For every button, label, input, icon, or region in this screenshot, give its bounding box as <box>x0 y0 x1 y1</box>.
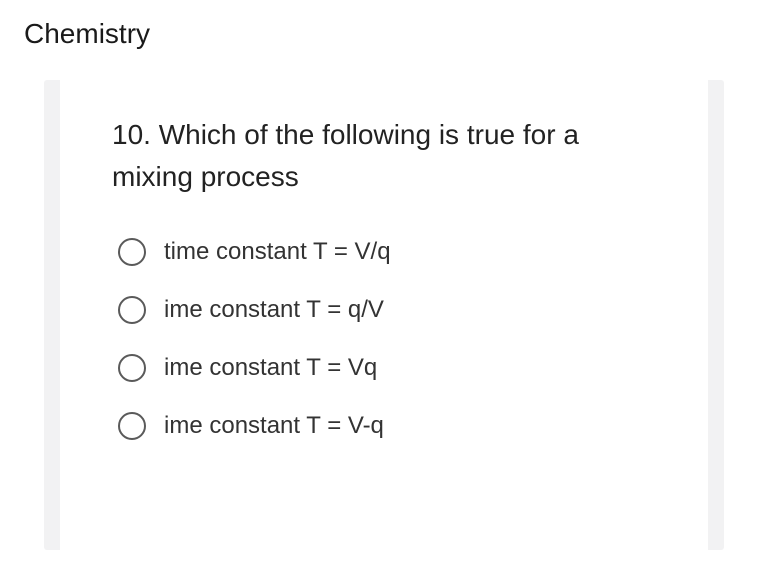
option-3[interactable]: ime constant T = Vq <box>118 354 656 382</box>
radio-icon <box>118 354 146 382</box>
subject-title: Chemistry <box>24 18 744 50</box>
question-text: 10. Which of the following is true for a… <box>112 114 656 198</box>
radio-icon <box>118 238 146 266</box>
options-group: time constant T = V/q ime constant T = q… <box>112 238 656 440</box>
right-shadow-edge <box>706 80 724 550</box>
option-2[interactable]: ime constant T = q/V <box>118 296 656 324</box>
option-label: time constant T = V/q <box>164 238 391 266</box>
option-label: ime constant T = Vq <box>164 354 377 382</box>
radio-icon <box>118 412 146 440</box>
option-1[interactable]: time constant T = V/q <box>118 238 656 266</box>
option-4[interactable]: ime constant T = V-q <box>118 412 656 440</box>
radio-icon <box>118 296 146 324</box>
content-wrapper: 10. Which of the following is true for a… <box>0 80 768 550</box>
option-label: ime constant T = q/V <box>164 296 384 324</box>
option-label: ime constant T = V-q <box>164 412 384 440</box>
page-header: Chemistry <box>0 0 768 60</box>
question-card: 10. Which of the following is true for a… <box>60 80 708 550</box>
